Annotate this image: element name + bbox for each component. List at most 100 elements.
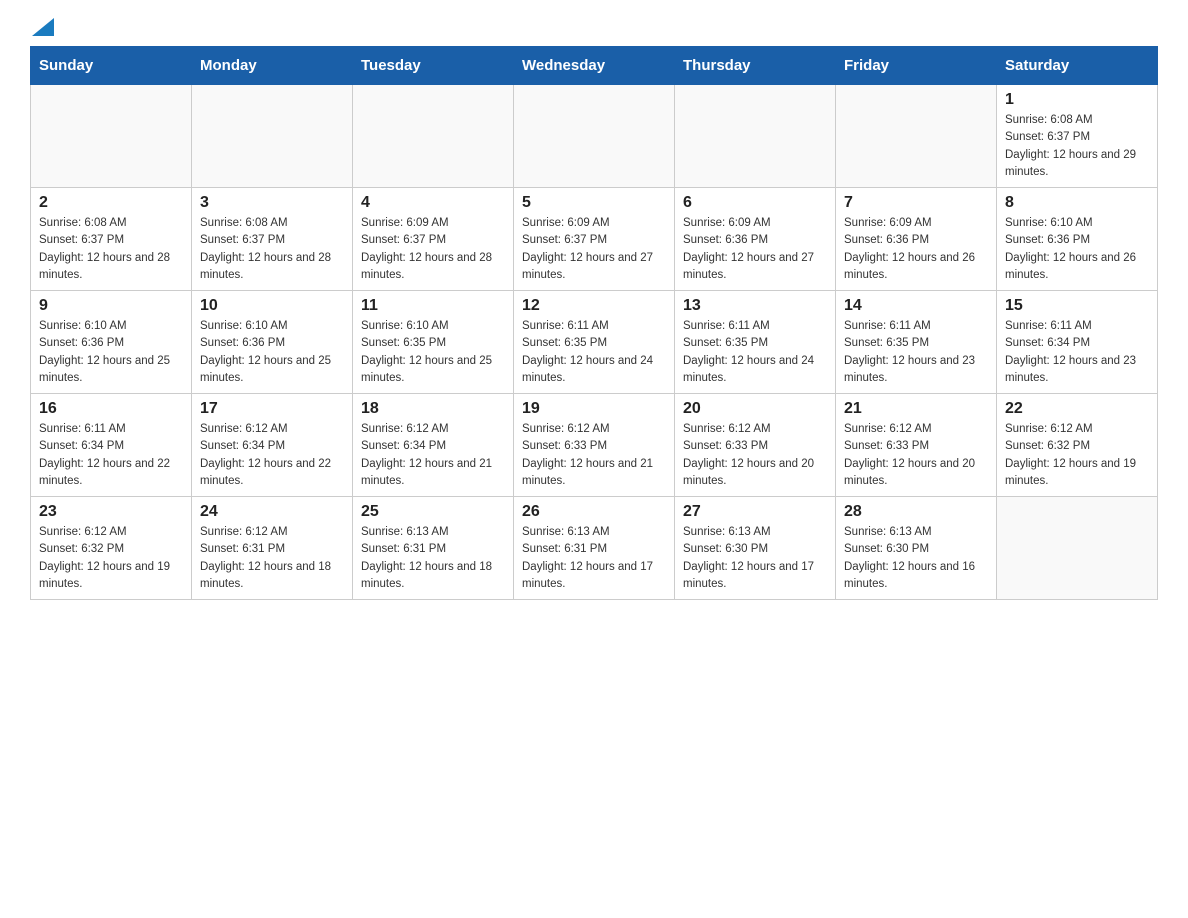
calendar-cell: 19 Sunrise: 6:12 AMSunset: 6:33 PMDayligh… — [514, 394, 675, 497]
day-number: 10 — [200, 297, 344, 315]
calendar-week-row: 23 Sunrise: 6:12 AMSunset: 6:32 PMDayligh… — [31, 497, 1158, 600]
day-info: Sunrise: 6:11 AMSunset: 6:34 PMDaylight:… — [39, 421, 183, 490]
day-number: 12 — [522, 297, 666, 315]
page-header — [30, 20, 1158, 36]
weekday-header-sunday: Sunday — [31, 47, 192, 85]
weekday-header-saturday: Saturday — [997, 47, 1158, 85]
calendar-cell: 21 Sunrise: 6:12 AMSunset: 6:33 PMDayligh… — [836, 394, 997, 497]
weekday-header-row: SundayMondayTuesdayWednesdayThursdayFrid… — [31, 47, 1158, 85]
day-number: 3 — [200, 194, 344, 212]
calendar-cell: 8 Sunrise: 6:10 AMSunset: 6:36 PMDaylight… — [997, 188, 1158, 291]
day-info: Sunrise: 6:09 AMSunset: 6:37 PMDaylight:… — [522, 215, 666, 284]
day-info: Sunrise: 6:13 AMSunset: 6:31 PMDaylight:… — [522, 524, 666, 593]
day-info: Sunrise: 6:08 AMSunset: 6:37 PMDaylight:… — [200, 215, 344, 284]
day-number: 20 — [683, 400, 827, 418]
day-info: Sunrise: 6:12 AMSunset: 6:33 PMDaylight:… — [844, 421, 988, 490]
calendar-cell: 23 Sunrise: 6:12 AMSunset: 6:32 PMDayligh… — [31, 497, 192, 600]
calendar-cell — [514, 85, 675, 188]
day-number: 7 — [844, 194, 988, 212]
calendar-week-row: 2 Sunrise: 6:08 AMSunset: 6:37 PMDaylight… — [31, 188, 1158, 291]
day-number: 19 — [522, 400, 666, 418]
day-number: 25 — [361, 503, 505, 521]
weekday-header-monday: Monday — [192, 47, 353, 85]
calendar-cell: 1 Sunrise: 6:08 AMSunset: 6:37 PMDaylight… — [997, 85, 1158, 188]
day-number: 28 — [844, 503, 988, 521]
day-info: Sunrise: 6:12 AMSunset: 6:32 PMDaylight:… — [39, 524, 183, 593]
day-number: 4 — [361, 194, 505, 212]
day-info: Sunrise: 6:12 AMSunset: 6:34 PMDaylight:… — [361, 421, 505, 490]
day-number: 26 — [522, 503, 666, 521]
day-info: Sunrise: 6:10 AMSunset: 6:35 PMDaylight:… — [361, 318, 505, 387]
calendar-cell: 22 Sunrise: 6:12 AMSunset: 6:32 PMDayligh… — [997, 394, 1158, 497]
day-info: Sunrise: 6:11 AMSunset: 6:35 PMDaylight:… — [522, 318, 666, 387]
calendar-cell: 4 Sunrise: 6:09 AMSunset: 6:37 PMDaylight… — [353, 188, 514, 291]
calendar-cell: 5Sunrise: 6:09 AMSunset: 6:37 PMDaylight… — [514, 188, 675, 291]
calendar-cell: 6Sunrise: 6:09 AMSunset: 6:36 PMDaylight… — [675, 188, 836, 291]
day-number: 2 — [39, 194, 183, 212]
day-number: 1 — [1005, 91, 1149, 109]
day-info: Sunrise: 6:10 AMSunset: 6:36 PMDaylight:… — [39, 318, 183, 387]
calendar-cell: 14Sunrise: 6:11 AMSunset: 6:35 PMDayligh… — [836, 291, 997, 394]
day-info: Sunrise: 6:13 AMSunset: 6:30 PMDaylight:… — [683, 524, 827, 593]
day-number: 9 — [39, 297, 183, 315]
day-number: 8 — [1005, 194, 1149, 212]
day-number: 23 — [39, 503, 183, 521]
calendar-cell — [997, 497, 1158, 600]
day-number: 13 — [683, 297, 827, 315]
day-number: 24 — [200, 503, 344, 521]
calendar-cell — [353, 85, 514, 188]
calendar-table: SundayMondayTuesdayWednesdayThursdayFrid… — [30, 46, 1158, 600]
day-info: Sunrise: 6:12 AMSunset: 6:31 PMDaylight:… — [200, 524, 344, 593]
day-info: Sunrise: 6:13 AMSunset: 6:31 PMDaylight:… — [361, 524, 505, 593]
calendar-cell: 13 Sunrise: 6:11 AMSunset: 6:35 PMDayligh… — [675, 291, 836, 394]
calendar-cell — [675, 85, 836, 188]
day-number: 16 — [39, 400, 183, 418]
day-info: Sunrise: 6:09 AMSunset: 6:36 PMDaylight:… — [844, 215, 988, 284]
day-number: 22 — [1005, 400, 1149, 418]
day-info: Sunrise: 6:10 AMSunset: 6:36 PMDaylight:… — [1005, 215, 1149, 284]
calendar-cell: 16 Sunrise: 6:11 AMSunset: 6:34 PMDayligh… — [31, 394, 192, 497]
calendar-cell: 27 Sunrise: 6:13 AMSunset: 6:30 PMDayligh… — [675, 497, 836, 600]
day-info: Sunrise: 6:10 AMSunset: 6:36 PMDaylight:… — [200, 318, 344, 387]
weekday-header-wednesday: Wednesday — [514, 47, 675, 85]
calendar-cell: 12 Sunrise: 6:11 AMSunset: 6:35 PMDayligh… — [514, 291, 675, 394]
calendar-cell — [192, 85, 353, 188]
day-number: 15 — [1005, 297, 1149, 315]
calendar-cell: 2 Sunrise: 6:08 AMSunset: 6:37 PMDaylight… — [31, 188, 192, 291]
weekday-header-tuesday: Tuesday — [353, 47, 514, 85]
calendar-cell: 28 Sunrise: 6:13 AMSunset: 6:30 PMDayligh… — [836, 497, 997, 600]
day-info: Sunrise: 6:11 AMSunset: 6:34 PMDaylight:… — [1005, 318, 1149, 387]
day-info: Sunrise: 6:12 AMSunset: 6:32 PMDaylight:… — [1005, 421, 1149, 490]
day-number: 27 — [683, 503, 827, 521]
logo — [30, 20, 54, 36]
day-number: 14 — [844, 297, 988, 315]
day-info: Sunrise: 6:09 AMSunset: 6:37 PMDaylight:… — [361, 215, 505, 284]
calendar-week-row: 9 Sunrise: 6:10 AMSunset: 6:36 PMDaylight… — [31, 291, 1158, 394]
calendar-cell: 25 Sunrise: 6:13 AMSunset: 6:31 PMDayligh… — [353, 497, 514, 600]
calendar-cell — [31, 85, 192, 188]
day-info: Sunrise: 6:12 AMSunset: 6:33 PMDaylight:… — [522, 421, 666, 490]
day-info: Sunrise: 6:13 AMSunset: 6:30 PMDaylight:… — [844, 524, 988, 593]
day-number: 11 — [361, 297, 505, 315]
calendar-cell: 26 Sunrise: 6:13 AMSunset: 6:31 PMDayligh… — [514, 497, 675, 600]
day-number: 18 — [361, 400, 505, 418]
day-info: Sunrise: 6:12 AMSunset: 6:34 PMDaylight:… — [200, 421, 344, 490]
calendar-cell — [836, 85, 997, 188]
calendar-week-row: 1 Sunrise: 6:08 AMSunset: 6:37 PMDaylight… — [31, 85, 1158, 188]
calendar-week-row: 16 Sunrise: 6:11 AMSunset: 6:34 PMDayligh… — [31, 394, 1158, 497]
calendar-cell: 20 Sunrise: 6:12 AMSunset: 6:33 PMDayligh… — [675, 394, 836, 497]
day-info: Sunrise: 6:12 AMSunset: 6:33 PMDaylight:… — [683, 421, 827, 490]
day-info: Sunrise: 6:11 AMSunset: 6:35 PMDaylight:… — [683, 318, 827, 387]
calendar-cell: 10 Sunrise: 6:10 AMSunset: 6:36 PMDayligh… — [192, 291, 353, 394]
calendar-cell: 17Sunrise: 6:12 AMSunset: 6:34 PMDayligh… — [192, 394, 353, 497]
weekday-header-thursday: Thursday — [675, 47, 836, 85]
day-number: 21 — [844, 400, 988, 418]
day-info: Sunrise: 6:08 AMSunset: 6:37 PMDaylight:… — [39, 215, 183, 284]
calendar-cell: 3 Sunrise: 6:08 AMSunset: 6:37 PMDaylight… — [192, 188, 353, 291]
calendar-cell: 15 Sunrise: 6:11 AMSunset: 6:34 PMDayligh… — [997, 291, 1158, 394]
weekday-header-friday: Friday — [836, 47, 997, 85]
day-info: Sunrise: 6:08 AMSunset: 6:37 PMDaylight:… — [1005, 112, 1149, 181]
calendar-cell: 9 Sunrise: 6:10 AMSunset: 6:36 PMDaylight… — [31, 291, 192, 394]
calendar-cell: 7 Sunrise: 6:09 AMSunset: 6:36 PMDaylight… — [836, 188, 997, 291]
calendar-cell: 11 Sunrise: 6:10 AMSunset: 6:35 PMDayligh… — [353, 291, 514, 394]
